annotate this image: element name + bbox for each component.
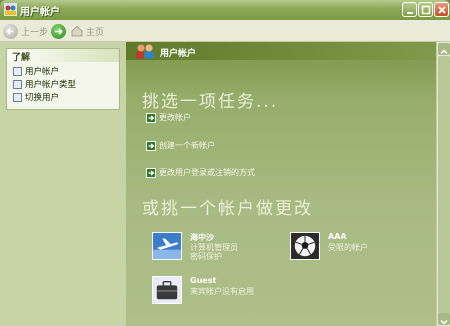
green-arrow-icon — [146, 140, 156, 151]
scroll-down-button[interactable] — [438, 313, 450, 325]
close-button[interactable] — [434, 2, 449, 17]
sidebar-item-label: 用户帐户 — [25, 67, 60, 77]
pick-task-heading: 挑选一项任务... — [142, 92, 279, 112]
content-header-title: 用户帐户 — [160, 49, 197, 59]
sidebar-item-label: 用户帐户类型 — [25, 80, 77, 90]
create-account-link[interactable]: 创建一个新帐户 — [146, 140, 215, 151]
close-icon — [438, 6, 446, 14]
back-button[interactable]: 上一步 ▾ — [3, 22, 55, 40]
help-topic-icon — [13, 66, 22, 76]
learn-about-heading: 了解 — [7, 49, 119, 63]
back-label: 上一步 — [21, 27, 49, 38]
minimize-icon — [407, 12, 413, 14]
sidebar-item-user-accounts[interactable]: 用户帐户 — [13, 65, 59, 77]
sidebar-item-label: 切换用户 — [25, 93, 60, 103]
minimize-button[interactable] — [402, 2, 417, 17]
main-content: 用户帐户 挑选一项任务... 更改帐户 创建一个新帐户 更改用户登录或注销的方式… — [126, 42, 436, 326]
title-bar[interactable]: 用户帐户 — [0, 0, 450, 20]
forward-button[interactable] — [51, 22, 66, 40]
soccer-ball-avatar-icon — [290, 232, 320, 260]
sidebar-item-account-types[interactable]: 用户帐户类型 — [13, 78, 76, 90]
green-arrow-icon — [146, 167, 156, 178]
scroll-thumb[interactable] — [438, 56, 450, 314]
user-accounts-app-icon — [4, 3, 17, 16]
help-topic-icon — [13, 92, 22, 102]
account-password-status: 密码保护 — [190, 252, 222, 261]
sidebar: 了解 用户帐户 用户帐户类型 切换用户 — [0, 42, 126, 326]
green-arrow-icon — [146, 112, 156, 123]
maximize-icon — [421, 5, 431, 15]
back-arrow-icon — [3, 23, 18, 39]
user-accounts-window: 用户帐户 上一步 ▾ 主页 了解 — [0, 0, 450, 326]
vertical-scrollbar[interactable] — [436, 42, 450, 326]
action-label: 创建一个新帐户 — [159, 141, 215, 150]
account-name: AAA — [328, 232, 347, 241]
help-topic-icon — [13, 79, 22, 89]
window-title: 用户帐户 — [20, 7, 60, 18]
sidebar-item-switch-user[interactable]: 切换用户 — [13, 91, 59, 103]
airplane-avatar-icon — [152, 232, 182, 260]
scroll-up-button[interactable] — [438, 43, 450, 55]
action-label: 更改用户登录或注销的方式 — [159, 168, 255, 177]
account-status: 来宾帐户没有启用 — [190, 287, 254, 296]
home-label: 主页 — [86, 27, 105, 38]
content-header: 用户帐户 — [126, 42, 436, 60]
change-account-link[interactable]: 更改帐户 — [146, 112, 191, 123]
home-button[interactable]: 主页 — [70, 22, 104, 40]
pick-account-heading: 或挑一个帐户做更改 — [142, 199, 313, 219]
forward-arrow-icon — [51, 23, 66, 39]
maximize-button[interactable] — [418, 2, 433, 17]
learn-about-panel: 了解 用户帐户 用户帐户类型 切换用户 — [6, 48, 120, 110]
change-logon-method-link[interactable]: 更改用户登录或注销的方式 — [146, 167, 255, 178]
briefcase-avatar-icon — [152, 276, 182, 304]
toolbar: 上一步 ▾ 主页 — [0, 20, 450, 42]
chevron-down-icon — [440, 319, 448, 325]
account-type: 受限的帐户 — [328, 243, 368, 252]
action-label: 更改帐户 — [159, 113, 191, 122]
users-icon — [136, 44, 154, 59]
home-icon — [71, 25, 83, 37]
account-name: Guest — [190, 276, 217, 285]
